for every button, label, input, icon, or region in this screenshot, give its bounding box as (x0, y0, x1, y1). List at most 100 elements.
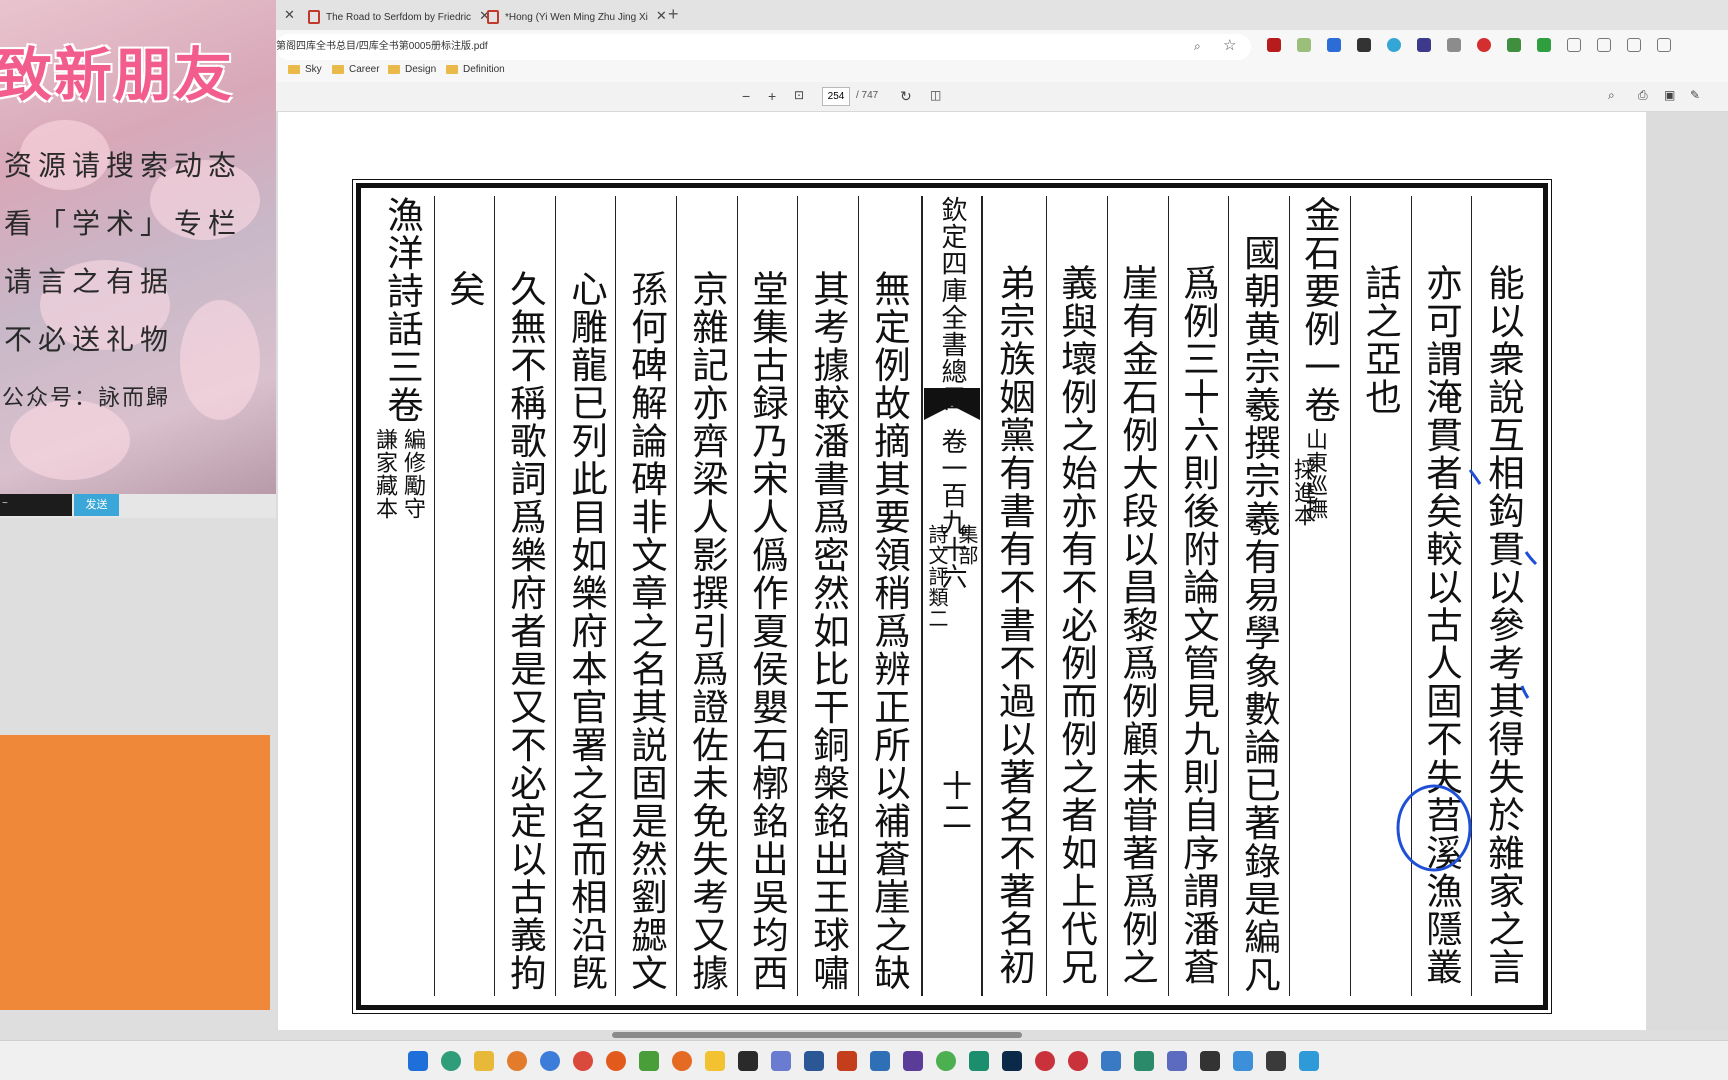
panel-line-4: 不必送礼物 (4, 323, 175, 356)
chat-bar: ~ 发送 (0, 494, 276, 518)
bookmarks-bar: Sky Career Design Definition (276, 60, 1728, 82)
pdf-icon (308, 10, 320, 25)
source-note: 採進本 (1290, 458, 1315, 527)
chrome-icon[interactable] (573, 1051, 593, 1071)
rotate-icon[interactable]: ↻ (900, 88, 912, 105)
new-tab-button[interactable]: + (668, 4, 679, 25)
app-icon[interactable] (1068, 1051, 1088, 1071)
star-icon[interactable]: ☆ (1223, 36, 1236, 54)
text-column: 國朝黄宗羲撰宗羲有易學象數論已著錄是編凡 (1238, 234, 1281, 994)
folder-icon[interactable] (474, 1051, 494, 1071)
app-icon[interactable] (1299, 1051, 1319, 1071)
extension-icon[interactable] (1387, 38, 1401, 52)
text-column: 金石要例一卷 (1298, 196, 1341, 424)
url-field[interactable]: 第阁四库全书总目/四库全书第0005册标注版.pdf (276, 34, 1251, 60)
app-icon[interactable] (705, 1051, 725, 1071)
photoshop-icon[interactable] (1002, 1051, 1022, 1071)
favorites-icon[interactable] (1627, 38, 1641, 52)
close-icon[interactable]: ✕ (284, 7, 295, 23)
panel-footer: 公众号：詠而歸 (2, 386, 171, 411)
opera-icon[interactable] (1477, 38, 1491, 52)
split-screen-icon[interactable] (1597, 38, 1611, 52)
download-icon[interactable] (1537, 38, 1551, 52)
center-top: 欽定四庫全書總目 (937, 196, 967, 412)
word-icon[interactable] (804, 1051, 824, 1071)
app-icon[interactable] (903, 1051, 923, 1071)
app-icon[interactable] (639, 1051, 659, 1071)
new-badge-icon[interactable] (1327, 38, 1341, 52)
text-column: 漁洋詩話三卷 (381, 196, 424, 424)
tab-road-to-serfdom[interactable]: The Road to Serfdom by Friedric ✕ (308, 4, 490, 28)
bookmark-career[interactable]: Career (332, 64, 380, 75)
app-icon[interactable] (1266, 1051, 1286, 1071)
app-icon[interactable] (1200, 1051, 1220, 1071)
bookmark-label: Design (405, 64, 437, 75)
puzzle-icon[interactable] (1567, 38, 1581, 52)
extension-icon[interactable] (1357, 38, 1371, 52)
text-column: 堂集古録乃宋人僞作夏侯嬰石槨銘出吳均西 (746, 270, 789, 992)
bookmark-sky[interactable]: Sky (288, 64, 322, 75)
bookmark-design[interactable]: Design (388, 64, 436, 75)
calculator-icon[interactable] (1167, 1051, 1187, 1071)
extension-icon[interactable] (1447, 38, 1461, 52)
ink-tick (1468, 469, 1482, 485)
app-icon[interactable] (969, 1051, 989, 1071)
fit-page-icon[interactable]: ⊡ (794, 88, 804, 102)
search-icon[interactable]: ⌕ (1608, 88, 1615, 103)
image-icon[interactable] (1297, 38, 1311, 52)
start-icon[interactable] (408, 1051, 428, 1071)
save-icon[interactable]: ▣ (1664, 88, 1675, 102)
source-note: 謙家藏本 (372, 428, 397, 520)
text-column: 矣 (443, 270, 486, 308)
close-icon[interactable]: ✕ (656, 8, 667, 23)
app-icon[interactable] (1233, 1051, 1253, 1071)
search-icon[interactable] (507, 1051, 527, 1071)
zoom-icon[interactable]: ⌕ (1194, 39, 1201, 54)
tab-label: The Road to Serfdom by Friedric (326, 12, 472, 23)
tab-hong[interactable]: *Hong (Yi Wen Ming Zhu Jing Xi ✕ (487, 4, 667, 28)
chat-input[interactable]: ~ (0, 494, 72, 516)
extension-icon[interactable] (1507, 38, 1521, 52)
bookmark-definition[interactable]: Definition (446, 64, 505, 75)
tab-label: *Hong (Yi Wen Ming Zhu Jing Xi (505, 12, 648, 23)
text-column: 無定例故摘其要領稍爲辨正所以補蒼崖之缺 (868, 270, 911, 992)
app-icon[interactable] (936, 1051, 956, 1071)
page-view-icon[interactable]: ◫ (930, 88, 941, 102)
ink-tick (1520, 685, 1530, 699)
source-note: 編修勵守 (400, 428, 425, 520)
print-icon[interactable]: ⎙ (1638, 88, 1648, 103)
extension-icon[interactable] (1417, 38, 1431, 52)
zoom-out-icon[interactable]: − (742, 88, 750, 104)
taskbar (0, 1040, 1728, 1080)
calendar-icon[interactable] (1101, 1051, 1121, 1071)
app-icon[interactable] (1134, 1051, 1154, 1071)
center-page: 十二 (936, 770, 971, 832)
text-column: 崖有金石例大段以昌黎爲例顧未甞著爲例之 (1116, 264, 1159, 986)
app-icon[interactable] (738, 1051, 758, 1071)
panel-line-3: 请言之有据 (4, 265, 175, 298)
text-column: 心雕龍已列此目如樂府本官署之名而相沿旣 (565, 270, 608, 992)
zoom-in-icon[interactable]: + (768, 88, 776, 104)
app-icon[interactable] (606, 1051, 626, 1071)
center-subsection: 詩文評類二 (925, 524, 949, 629)
collections-icon[interactable] (1657, 38, 1671, 52)
panel-line-2: 看「学术」专栏 (4, 207, 243, 240)
powerpoint-icon[interactable] (837, 1051, 857, 1071)
firefox-icon[interactable] (672, 1051, 692, 1071)
app-icon[interactable] (540, 1051, 560, 1071)
page-number-input[interactable]: 254 (822, 87, 850, 106)
mail-icon[interactable] (870, 1051, 890, 1071)
send-button[interactable]: 发送 (74, 494, 119, 516)
horizontal-scrollbar[interactable] (612, 1032, 1022, 1038)
ink-annotations (1396, 469, 1538, 872)
edge-icon[interactable] (441, 1051, 461, 1071)
bookmark-label: Sky (305, 64, 322, 75)
app-icon[interactable] (1035, 1051, 1055, 1071)
shield-icon[interactable] (1267, 38, 1281, 52)
annotate-icon[interactable]: ✎ (1690, 88, 1700, 102)
app-icon[interactable] (771, 1051, 791, 1071)
ink-circle (1396, 784, 1472, 872)
folder-icon (288, 64, 300, 74)
folder-icon (332, 64, 344, 74)
folder-icon (446, 64, 458, 74)
